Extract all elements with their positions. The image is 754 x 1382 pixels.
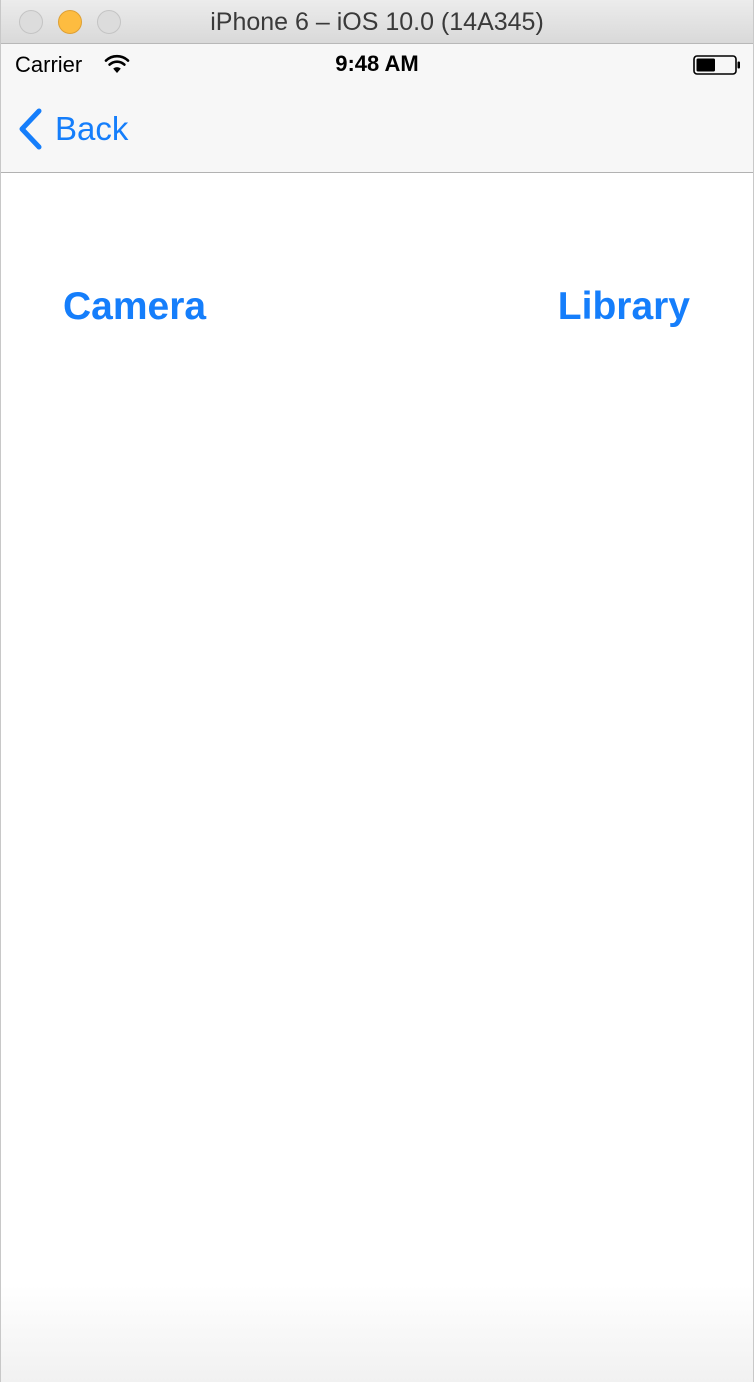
library-button[interactable]: Library bbox=[558, 285, 690, 329]
battery-icon bbox=[693, 55, 740, 75]
camera-button[interactable]: Camera bbox=[63, 285, 206, 329]
back-button[interactable]: Back bbox=[15, 106, 128, 152]
status-bar: Carrier 9:48 AM bbox=[1, 44, 753, 84]
status-time: 9:48 AM bbox=[335, 51, 419, 76]
navigation-bar: Back bbox=[1, 84, 753, 173]
window-title-bar[interactable]: iPhone 6 – iOS 10.0 (14A345) bbox=[1, 0, 753, 44]
window-title: iPhone 6 – iOS 10.0 (14A345) bbox=[210, 8, 544, 36]
chevron-left-icon bbox=[19, 108, 42, 150]
simulator-window: iPhone 6 – iOS 10.0 (14A345) Carrier 9:4… bbox=[0, 0, 754, 1382]
main-content: Camera Library bbox=[1, 173, 753, 1382]
back-button-label: Back bbox=[55, 110, 129, 147]
